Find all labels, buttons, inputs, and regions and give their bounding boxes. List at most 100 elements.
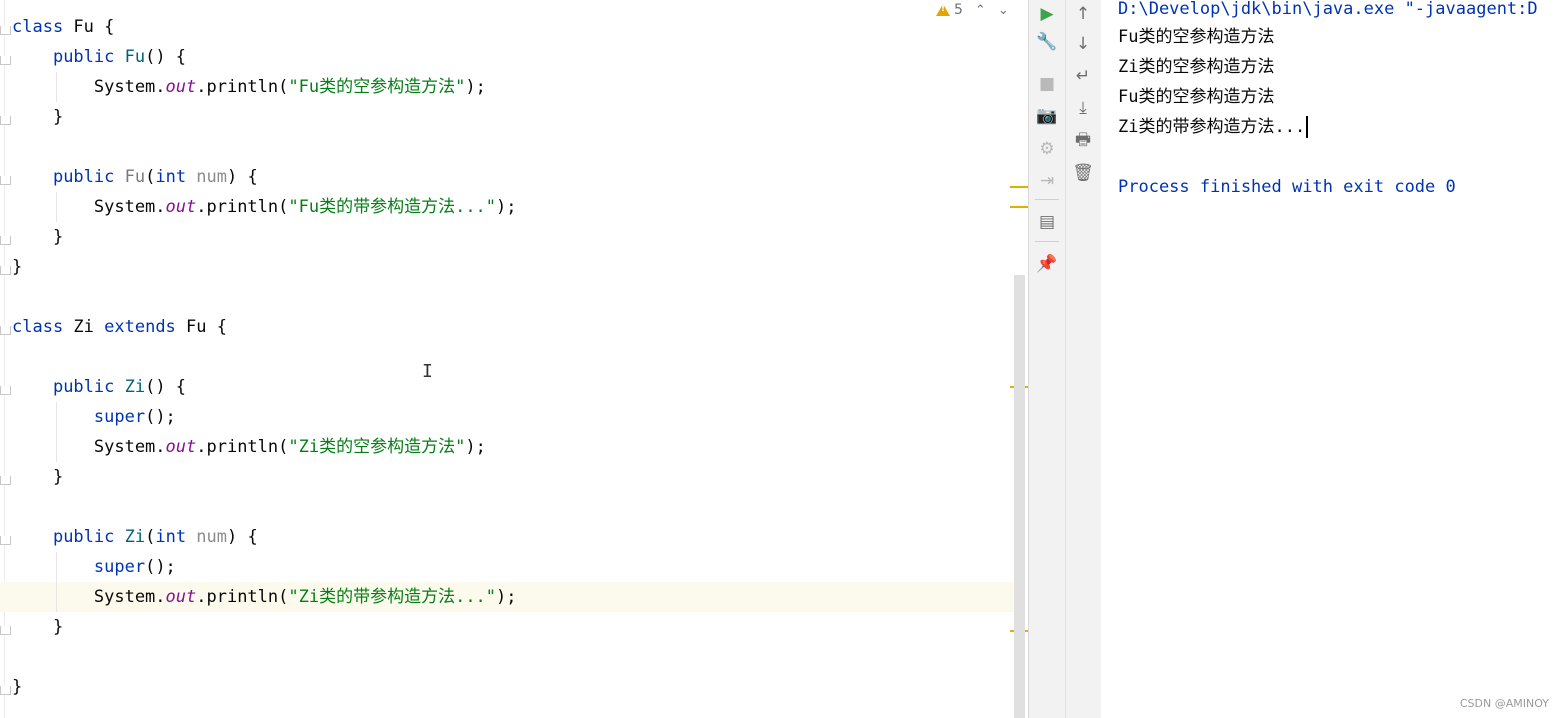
watermark: CSDN @AMINOY bbox=[1459, 697, 1549, 710]
debug-icon[interactable]: ⚙ bbox=[1033, 135, 1061, 163]
code-line[interactable]: } bbox=[0, 102, 1016, 132]
indent-guide bbox=[56, 402, 57, 462]
warning-icon bbox=[936, 4, 950, 16]
soft-wrap-icon[interactable]: ↵ bbox=[1069, 62, 1097, 90]
arrow-up-icon[interactable]: ↑ bbox=[1069, 0, 1097, 28]
code-line[interactable]: public Zi() { bbox=[0, 372, 1016, 402]
code-token: ); bbox=[496, 197, 517, 217]
code-token: out bbox=[165, 197, 197, 217]
mouse-ibeam-cursor-icon: I bbox=[422, 361, 433, 382]
code-token: num bbox=[196, 167, 228, 187]
fold-marker-icon[interactable] bbox=[0, 176, 11, 185]
code-line[interactable]: super(); bbox=[0, 402, 1016, 432]
code-token: () { bbox=[145, 377, 187, 397]
code-token: "Fu类的带参构造方法..." bbox=[288, 197, 497, 217]
code-line[interactable]: public Zi(int num) { bbox=[0, 522, 1016, 552]
fold-marker-icon[interactable] bbox=[0, 26, 11, 35]
code-token: ( bbox=[145, 527, 156, 547]
code-token: () { bbox=[145, 47, 187, 67]
code-token: } bbox=[12, 677, 23, 697]
warning-stripe-marker[interactable] bbox=[1010, 206, 1028, 208]
code-editor[interactable]: class Fu { public Fu() { System.out.prin… bbox=[0, 0, 1028, 718]
camera-icon[interactable]: 📷 bbox=[1033, 102, 1061, 130]
code-line-text: public Fu(int num) { bbox=[12, 162, 258, 192]
code-line-current[interactable]: System.out.println("Zi类的带参构造方法..."); bbox=[0, 582, 1016, 612]
fold-marker-icon[interactable] bbox=[0, 236, 11, 245]
print-icon[interactable]: 🖶 bbox=[1069, 127, 1097, 155]
fold-marker-icon[interactable] bbox=[0, 536, 11, 545]
console-output-line: Fu类的空参构造方法 bbox=[1118, 27, 1275, 47]
code-token: ); bbox=[496, 587, 517, 607]
code-token: } bbox=[12, 617, 64, 637]
run-toolbar: ▶ 🔧 ■ 📷 ⚙ ⇥ ▤ 📌 ↑ ↓ ↵ ⤓ 🖶 🗑 bbox=[1028, 0, 1102, 718]
fold-marker-icon[interactable] bbox=[0, 386, 11, 395]
code-line-text: public Zi() { bbox=[12, 372, 186, 402]
previous-highlight-icon[interactable]: ⌃ bbox=[975, 3, 986, 18]
code-token: System. bbox=[12, 437, 166, 457]
code-line[interactable]: } bbox=[0, 222, 1016, 252]
code-line-text: } bbox=[12, 222, 63, 252]
code-token: } bbox=[12, 227, 64, 247]
code-token: .println( bbox=[196, 587, 289, 607]
editor-scrollbar[interactable] bbox=[1014, 275, 1025, 718]
code-line[interactable]: class Fu { bbox=[0, 12, 1016, 42]
code-line-text: super(); bbox=[12, 402, 176, 432]
exit-icon[interactable]: ⇥ bbox=[1033, 167, 1061, 195]
code-token: int bbox=[155, 167, 197, 187]
code-line[interactable]: } bbox=[0, 462, 1016, 492]
layout-icon[interactable]: ▤ bbox=[1033, 208, 1061, 236]
code-token: Fu { bbox=[73, 17, 115, 37]
code-token: .println( bbox=[196, 437, 289, 457]
code-line-text: } bbox=[12, 612, 63, 642]
indent-guide bbox=[56, 552, 57, 612]
fold-marker-icon[interactable] bbox=[0, 116, 11, 125]
fold-marker-icon[interactable] bbox=[0, 476, 11, 485]
scroll-to-end-icon[interactable]: ⤓ bbox=[1069, 94, 1097, 122]
code-line[interactable]: public Fu() { bbox=[0, 42, 1016, 72]
code-line[interactable]: } bbox=[0, 672, 1016, 702]
arrow-down-icon[interactable]: ↓ bbox=[1069, 30, 1097, 58]
toolbar-separator bbox=[1035, 241, 1059, 242]
pin-icon[interactable]: 📌 bbox=[1033, 250, 1061, 278]
code-line-text: System.out.println("Fu类的空参构造方法"); bbox=[12, 72, 486, 102]
code-token: Zi bbox=[73, 317, 105, 337]
fold-marker-icon[interactable] bbox=[0, 626, 11, 635]
warning-stripe-marker[interactable] bbox=[1010, 186, 1028, 188]
warning-count: 5 bbox=[954, 2, 963, 18]
stop-icon[interactable]: ■ bbox=[1033, 70, 1061, 98]
code-line-text: } bbox=[12, 462, 63, 492]
toolbar-separator bbox=[1035, 199, 1059, 200]
console-output-line-last: Zi类的带参构造方法... bbox=[1118, 112, 1309, 142]
code-token: Zi bbox=[124, 527, 146, 547]
code-token: Zi bbox=[124, 377, 146, 397]
fold-marker-icon[interactable] bbox=[0, 266, 11, 275]
code-line-text: System.out.println("Zi类的带参构造方法..."); bbox=[12, 582, 517, 612]
code-token: out bbox=[165, 587, 197, 607]
code-token: ) { bbox=[227, 167, 258, 187]
code-line[interactable]: } bbox=[0, 612, 1016, 642]
rerun-icon[interactable]: ▶ bbox=[1033, 0, 1061, 28]
inspections-widget[interactable]: 5 ⌃ ⌄ bbox=[936, 0, 1009, 20]
wrench-icon[interactable]: 🔧 bbox=[1033, 28, 1061, 56]
code-line[interactable]: } bbox=[0, 252, 1016, 282]
code-line[interactable]: System.out.println("Fu类的空参构造方法"); bbox=[0, 72, 1016, 102]
code-line[interactable]: class Zi extends Fu { bbox=[0, 312, 1016, 342]
code-line[interactable]: public Fu(int num) { bbox=[0, 162, 1016, 192]
code-token: ) { bbox=[227, 527, 258, 547]
code-line[interactable]: System.out.println("Fu类的带参构造方法..."); bbox=[0, 192, 1016, 222]
fold-marker-icon[interactable] bbox=[0, 56, 11, 65]
fold-marker-icon[interactable] bbox=[0, 686, 11, 695]
code-line[interactable]: System.out.println("Zi类的空参构造方法"); bbox=[0, 432, 1016, 462]
code-token: (); bbox=[145, 557, 176, 577]
code-token: super bbox=[93, 407, 146, 427]
code-token: "Zi类的带参构造方法..." bbox=[288, 587, 497, 607]
next-highlight-icon[interactable]: ⌄ bbox=[998, 3, 1009, 18]
code-token: "Zi类的空参构造方法" bbox=[288, 437, 466, 457]
code-line[interactable]: super(); bbox=[0, 552, 1016, 582]
console-output-line: Zi类的空参构造方法 bbox=[1118, 57, 1275, 77]
trash-icon[interactable]: 🗑 bbox=[1069, 159, 1097, 187]
fold-marker-icon[interactable] bbox=[0, 326, 11, 335]
run-console[interactable]: D:\Develop\jdk\bin\java.exe "-javaagent:… bbox=[1101, 0, 1563, 718]
